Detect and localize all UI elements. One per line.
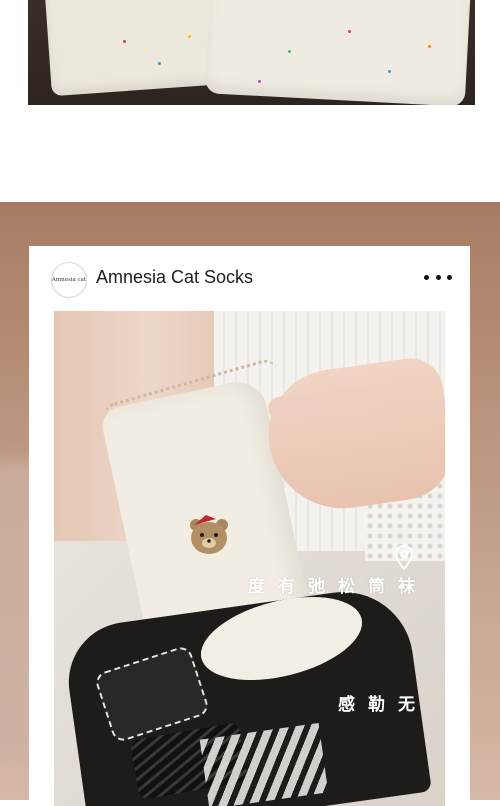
caption-line-1: 袜筒松弛有度: [244, 577, 414, 595]
more-dots-icon[interactable]: [424, 272, 452, 282]
fleck: [288, 50, 291, 53]
sock-image-right: [204, 0, 472, 105]
dot: [435, 274, 441, 280]
post-header: Amnesia cat Amnesia Cat Socks: [29, 246, 470, 310]
sock-image-left: [44, 0, 232, 97]
dot: [424, 274, 429, 280]
fleck: [258, 80, 261, 83]
location-pin-icon: [394, 545, 414, 571]
avatar[interactable]: Amnesia cat: [51, 262, 87, 298]
post-photo: [54, 311, 445, 806]
post-card: Amnesia cat Amnesia Cat Socks: [29, 246, 470, 806]
fleck: [158, 62, 161, 65]
account-name[interactable]: Amnesia Cat Socks: [96, 267, 253, 288]
fleck: [388, 70, 391, 73]
fleck: [123, 40, 126, 43]
dot: [447, 274, 452, 280]
avatar-text: Amnesia cat: [51, 277, 87, 283]
bear-embroidery-icon: [190, 515, 228, 554]
fleck: [188, 35, 191, 38]
top-product-photo: [28, 0, 475, 105]
fleck: [428, 45, 431, 48]
fleck: [348, 30, 351, 33]
caption-line-2: 无勒感: [334, 695, 414, 713]
